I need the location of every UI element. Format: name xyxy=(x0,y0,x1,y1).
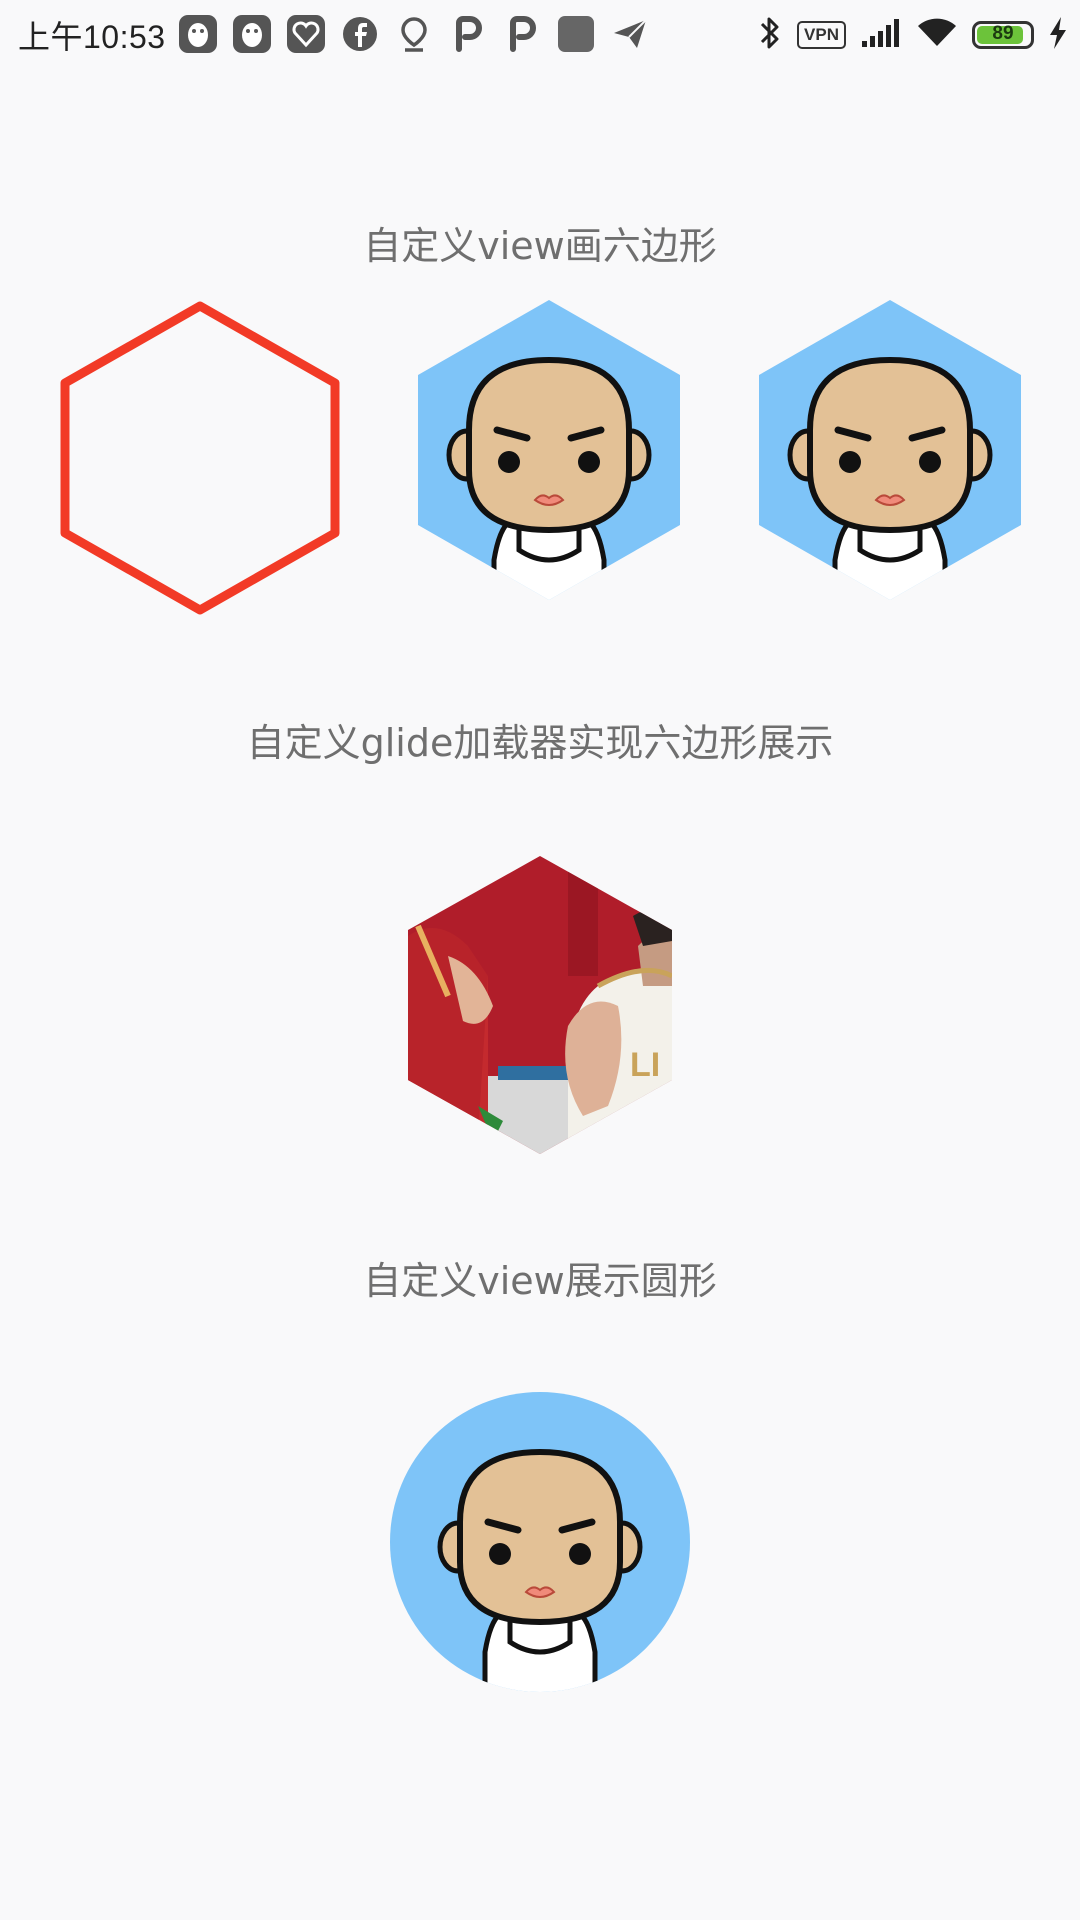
status-time: 上午10:53 xyxy=(18,19,166,55)
hexagon-avatar xyxy=(759,300,1021,600)
svg-text:LI: LI xyxy=(630,1046,660,1084)
glide-loader-title: 自定义glide加载器实现六边形展示 xyxy=(246,721,834,765)
battery-indicator: 89 xyxy=(972,21,1034,49)
app-square-icon xyxy=(556,14,596,54)
qq-penguin-icon xyxy=(178,14,218,54)
screen: 上午10:53 VPN 89 自定义view画六边形 自定义glide加载器实现… xyxy=(0,0,1080,1920)
status-bar: 上午10:53 VPN 89 xyxy=(0,0,1080,72)
notification-icons xyxy=(178,14,650,54)
battery-level: 89 xyxy=(992,23,1014,44)
vpn-badge: VPN xyxy=(797,21,846,49)
signal-icon xyxy=(860,17,902,53)
hexagon-view-title: 自定义view画六边形 xyxy=(363,224,717,268)
status-right: VPN 89 xyxy=(757,14,1068,56)
p-app-icon xyxy=(448,14,488,54)
heart-pattern-icon xyxy=(286,14,326,54)
outlined-hexagon xyxy=(60,301,340,615)
circle-view-title: 自定义view展示圆形 xyxy=(363,1259,717,1303)
wifi-icon xyxy=(916,16,958,54)
hexagon-photo: LI xyxy=(408,856,672,1154)
bluetooth-icon xyxy=(757,14,783,56)
circle-avatar xyxy=(390,1392,690,1692)
qq-penguin-icon xyxy=(232,14,272,54)
send-arrow-icon xyxy=(610,14,650,54)
p-app-icon xyxy=(502,14,542,54)
charging-bolt-icon xyxy=(1048,16,1068,54)
location-pin-icon xyxy=(394,14,434,54)
hexagon-avatar xyxy=(418,300,680,600)
facebook-icon xyxy=(340,14,380,54)
